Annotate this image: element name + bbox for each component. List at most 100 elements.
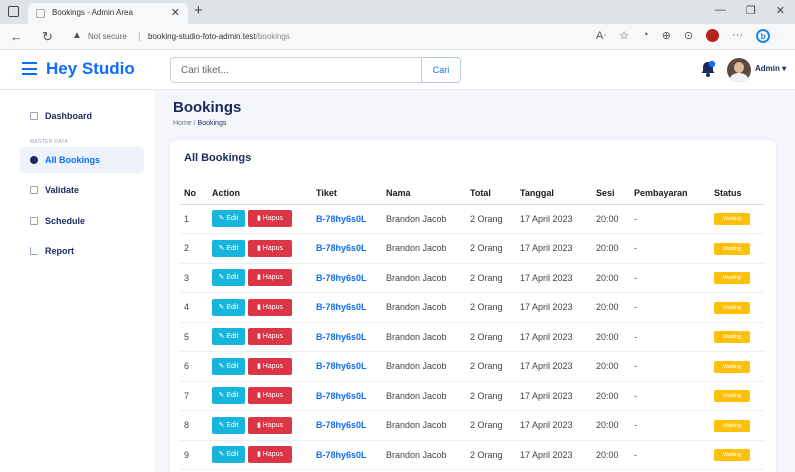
delete-button[interactable]: ▮ Hapus: [248, 387, 292, 405]
trash-icon: ▮: [256, 392, 261, 400]
pencil-icon: ✎: [218, 451, 225, 459]
trash-icon: ▮: [256, 274, 261, 282]
pencil-icon: ✎: [218, 362, 225, 370]
sidebar-item-all-bookings[interactable]: All Bookings: [20, 147, 144, 173]
ticket-link[interactable]: B-78hy6s0L: [316, 450, 367, 460]
cell-tiket: B-78hy6s0L: [312, 233, 382, 264]
delete-button[interactable]: ▮ Hapus: [248, 239, 292, 257]
breadcrumb: Home / Bookings: [173, 120, 226, 127]
cell-tiket: B-78hy6s0L: [312, 351, 382, 382]
close-tab-icon[interactable]: ✕: [171, 6, 180, 19]
sidebar-item-label: Dashboard: [45, 111, 93, 121]
cell-nama: Brandon Jacob: [382, 204, 466, 234]
status-badge: Waiting: [714, 272, 750, 285]
sidebar-item-report[interactable]: Report: [20, 238, 144, 264]
card-title: All Bookings: [184, 152, 252, 164]
favorites-icon[interactable]: ☆: [619, 29, 629, 43]
ticket-link[interactable]: B-78hy6s0L: [316, 302, 367, 312]
browser-tab[interactable]: Bookings - Admin Area ✕: [28, 3, 188, 24]
restore-icon[interactable]: ❐: [746, 4, 756, 17]
edit-button[interactable]: ✎ Edit: [212, 328, 245, 346]
cell-status: Waiting: [710, 292, 764, 323]
column-header: Status: [710, 182, 764, 205]
notification-bell-icon[interactable]: [700, 60, 716, 78]
edit-button[interactable]: ✎ Edit: [212, 387, 245, 405]
breadcrumb-home[interactable]: Home: [173, 120, 192, 127]
delete-button[interactable]: ▮ Hapus: [248, 210, 292, 228]
profile-icon[interactable]: [706, 29, 720, 42]
cell-tanggal: 17 April 2023: [516, 440, 592, 470]
back-icon[interactable]: ←: [10, 29, 23, 44]
close-window-icon[interactable]: ✕: [776, 4, 785, 17]
cell-sesi: 20:00: [592, 322, 630, 352]
minimize-icon[interactable]: —: [715, 4, 726, 17]
delete-button[interactable]: ▮ Hapus: [248, 416, 292, 434]
edit-button[interactable]: ✎ Edit: [212, 239, 245, 257]
cell-nama: Brandon Jacob: [382, 381, 466, 411]
delete-button[interactable]: ▮ Hapus: [248, 328, 292, 346]
delete-button[interactable]: ▮ Hapus: [248, 446, 292, 464]
trash-icon: ▮: [256, 451, 261, 459]
delete-button[interactable]: ▮ Hapus: [248, 357, 292, 375]
status-badge: Waiting: [714, 419, 750, 432]
brand-logo[interactable]: Hey Studio: [46, 59, 135, 79]
browser-toolbar: Aᐧ ☆ ◔ ⊕ ⊙ ··· b: [596, 29, 771, 43]
cell-pembayaran: -: [630, 204, 710, 234]
delete-button[interactable]: ▮ Hapus: [248, 269, 292, 287]
cell-action: ✎ Edit ▮ Hapus: [208, 440, 312, 470]
new-tab-icon[interactable]: +: [194, 2, 203, 19]
trash-icon: ▮: [256, 333, 261, 341]
status-badge: Waiting: [714, 301, 750, 314]
history-icon[interactable]: ⊙: [684, 29, 693, 43]
table-row: 9 ✎ Edit ▮ Hapus B-78hy6s0L Brandon Jacob 2 O…: [180, 440, 764, 470]
url-field[interactable]: ▲ Not secure | booking-studio-foto-admin…: [72, 28, 592, 46]
ticket-link[interactable]: B-78hy6s0L: [316, 391, 367, 401]
hamburger-menu-icon[interactable]: [22, 62, 37, 75]
refresh-icon[interactable]: ◔: [642, 29, 649, 43]
ticket-link[interactable]: B-78hy6s0L: [316, 243, 367, 253]
cell-tiket: B-78hy6s0L: [312, 381, 382, 411]
sidebar-item-dashboard[interactable]: Dashboard: [20, 103, 144, 129]
edit-button[interactable]: ✎ Edit: [212, 446, 245, 464]
window-menu-icon[interactable]: [8, 6, 19, 17]
edit-button[interactable]: ✎ Edit: [212, 269, 245, 287]
tab-title: Bookings - Admin Area: [52, 8, 133, 17]
edit-button[interactable]: ✎ Edit: [212, 210, 245, 228]
reload-icon[interactable]: ↻: [42, 29, 53, 45]
user-menu[interactable]: Admin ▾: [755, 64, 786, 73]
delete-label: Hapus: [262, 421, 284, 429]
security-label: Not secure: [88, 32, 127, 41]
cell-action: ✎ Edit ▮ Hapus: [208, 204, 312, 234]
cell-total: 2 Orang: [466, 233, 516, 264]
search-input[interactable]: [170, 57, 422, 83]
collections-icon[interactable]: ⊕: [662, 29, 671, 43]
sidebar-item-schedule[interactable]: Schedule: [20, 208, 144, 234]
delete-label: Hapus: [262, 274, 284, 282]
delete-label: Hapus: [262, 392, 284, 400]
edit-label: Edit: [226, 362, 239, 370]
search-button[interactable]: Cari: [421, 57, 461, 83]
edit-label: Edit: [226, 274, 239, 282]
more-icon[interactable]: ···: [732, 29, 743, 43]
edit-button[interactable]: ✎ Edit: [212, 416, 245, 434]
cell-action: ✎ Edit ▮ Hapus: [208, 351, 312, 382]
delete-label: Hapus: [262, 244, 284, 252]
cell-no: 5: [180, 322, 208, 352]
ticket-link[interactable]: B-78hy6s0L: [316, 332, 367, 342]
cell-tanggal: 17 April 2023: [516, 381, 592, 411]
ticket-link[interactable]: B-78hy6s0L: [316, 361, 367, 371]
ticket-link[interactable]: B-78hy6s0L: [316, 273, 367, 283]
read-aloud-icon[interactable]: Aᐧ: [596, 29, 606, 43]
avatar[interactable]: [727, 58, 751, 82]
table-row: 3 ✎ Edit ▮ Hapus B-78hy6s0L Brandon Jacob 2 O…: [180, 263, 764, 293]
bing-icon[interactable]: b: [756, 29, 771, 43]
edit-button[interactable]: ✎ Edit: [212, 298, 245, 316]
delete-button[interactable]: ▮ Hapus: [248, 298, 292, 316]
edit-button[interactable]: ✎ Edit: [212, 357, 245, 375]
trash-icon: ▮: [256, 303, 261, 311]
warning-icon[interactable]: ▲: [72, 30, 82, 41]
ticket-link[interactable]: B-78hy6s0L: [316, 214, 367, 224]
ticket-link[interactable]: B-78hy6s0L: [316, 420, 367, 430]
bookings-card: All Bookings No Action Tiket Nama Total …: [170, 140, 776, 472]
sidebar-item-validate[interactable]: Validate: [20, 177, 144, 203]
